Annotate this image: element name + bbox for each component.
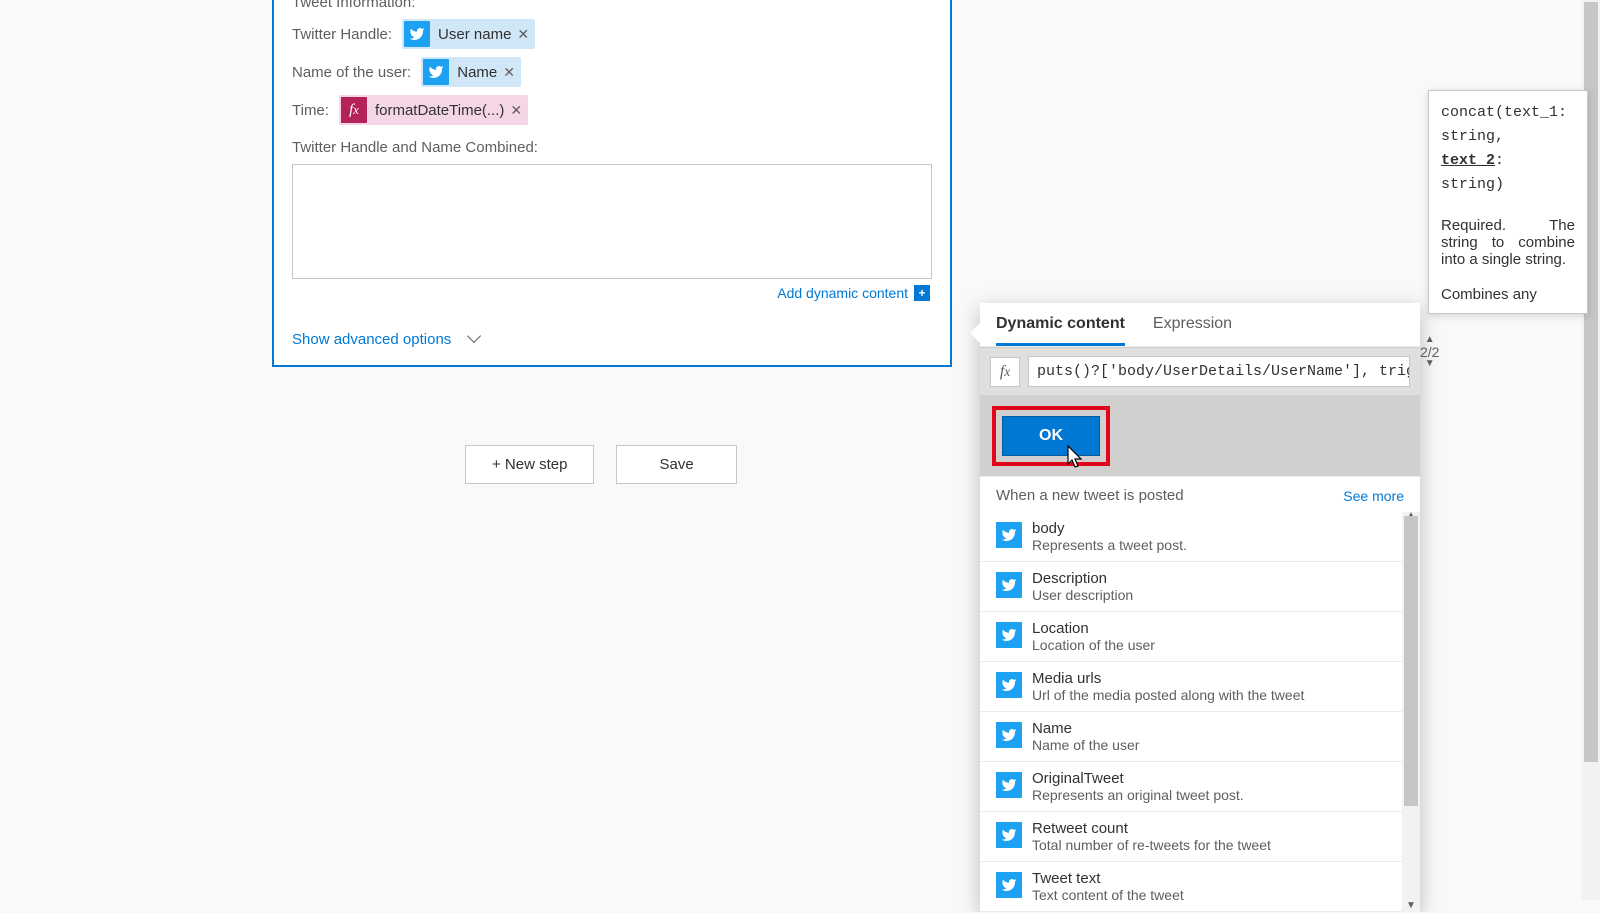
token-text: User name (438, 26, 511, 43)
dc-section-title: When a new tweet is posted (996, 487, 1184, 504)
plus-icon[interactable]: + (914, 285, 930, 301)
field-name-of-user: Name of the user: Name ✕ (292, 57, 932, 87)
dc-list: bodyRepresents a tweet post. Description… (980, 512, 1420, 912)
token-remove-icon[interactable]: ✕ (510, 102, 522, 119)
cursor-icon (1062, 444, 1086, 475)
token-user-name[interactable]: User name ✕ (402, 19, 535, 49)
add-dynamic-content-link[interactable]: Add dynamic content (777, 285, 908, 301)
fx-icon: fx (341, 97, 367, 123)
expression-input-row: fx puts()?['body/UserDetails/UserName'],… (980, 347, 1420, 396)
tweet-info-label: Tweet Information: (292, 0, 932, 11)
dc-section-header: When a new tweet is posted See more (980, 476, 1420, 512)
ok-zone: OK (980, 396, 1420, 476)
dc-item-retweet-count[interactable]: Retweet countTotal number of re-tweets f… (980, 812, 1420, 862)
twitter-icon (996, 622, 1022, 648)
twitter-icon (423, 59, 449, 85)
field-combined: Twitter Handle and Name Combined: (292, 139, 932, 156)
chevron-down-icon (467, 329, 481, 343)
see-more-link[interactable]: See more (1343, 488, 1404, 504)
fx-icon: fx (990, 357, 1020, 387)
dc-item-title: Media urls (1032, 670, 1304, 687)
tooltip-extra: Combines any (1441, 286, 1575, 303)
param-counter: ▲ 2/2 ▼ (1420, 336, 1439, 368)
label-time: Time: (292, 102, 329, 119)
dc-item-title: Description (1032, 570, 1133, 587)
dc-item-title: Tweet text (1032, 870, 1184, 887)
tab-dynamic-content[interactable]: Dynamic content (996, 315, 1125, 346)
dc-item-desc: User description (1032, 587, 1133, 603)
expression-input[interactable]: puts()?['body/UserDetails/UserName'], tr… (1028, 356, 1410, 387)
twitter-icon (996, 822, 1022, 848)
dc-item-desc: Name of the user (1032, 737, 1139, 753)
show-advanced-link[interactable]: Show advanced options (292, 331, 479, 348)
token-name[interactable]: Name ✕ (421, 57, 521, 87)
twitter-icon (996, 522, 1022, 548)
dc-item-desc: Represents a tweet post. (1032, 537, 1187, 553)
dc-item-desc: Represents an original tweet post. (1032, 787, 1244, 803)
bottom-buttons: + New step Save (465, 445, 737, 484)
dc-item-tweet-text[interactable]: Tweet textText content of the tweet (980, 862, 1420, 912)
dc-item-desc: Text content of the tweet (1032, 887, 1184, 903)
dc-item-desc: Total number of re-tweets for the tweet (1032, 837, 1271, 853)
dc-item-title: Retweet count (1032, 820, 1271, 837)
dc-item-title: Location (1032, 620, 1155, 637)
token-formatdatetime[interactable]: fx formatDateTime(...) ✕ (339, 95, 528, 125)
twitter-icon (996, 722, 1022, 748)
flyout-tabs: Dynamic content Expression (980, 303, 1420, 347)
dc-item-desc: Url of the media posted along with the t… (1032, 687, 1304, 703)
sig-pre: concat(text_1: string, (1441, 104, 1567, 145)
label-combined: Twitter Handle and Name Combined: (292, 139, 538, 156)
param-tooltip: concat(text_1: string, text_2: string) R… (1428, 90, 1588, 314)
sig-current-param: text_2 (1441, 152, 1495, 169)
dc-scrollbar-thumb[interactable] (1404, 516, 1418, 806)
label-name-of-user: Name of the user: (292, 64, 411, 81)
flyout-pointer (970, 323, 980, 343)
token-remove-icon[interactable]: ✕ (517, 26, 529, 43)
dc-item-location[interactable]: LocationLocation of the user (980, 612, 1420, 662)
dc-item-title: body (1032, 520, 1187, 537)
dc-scrollbar[interactable]: ▲ ▼ (1402, 512, 1420, 912)
tooltip-signature: concat(text_1: string, text_2: string) (1441, 101, 1575, 197)
label-twitter-handle: Twitter Handle: (292, 26, 392, 43)
tooltip-desc: Required. The string to combine into a s… (1441, 217, 1575, 268)
dynamic-content-flyout: Dynamic content Expression fx puts()?['b… (980, 303, 1420, 912)
dc-item-original-tweet[interactable]: OriginalTweetRepresents an original twee… (980, 762, 1420, 812)
token-text: Name (457, 64, 497, 81)
combined-edit-area[interactable] (292, 164, 932, 279)
dc-item-title: OriginalTweet (1032, 770, 1244, 787)
twitter-icon (996, 672, 1022, 698)
show-advanced-row: Show advanced options (274, 319, 950, 365)
chevron-down-icon[interactable]: ▼ (1425, 360, 1435, 368)
dc-item-title: Name (1032, 720, 1139, 737)
field-time: Time: fx formatDateTime(...) ✕ (292, 95, 932, 125)
token-text: formatDateTime(...) (375, 102, 504, 119)
dc-item-desc: Location of the user (1032, 637, 1155, 653)
scroll-down-icon[interactable]: ▼ (1405, 900, 1417, 912)
show-advanced-label: Show advanced options (292, 331, 451, 348)
dc-item-name[interactable]: NameName of the user (980, 712, 1420, 762)
dc-item-description[interactable]: DescriptionUser description (980, 562, 1420, 612)
dc-item-media-urls[interactable]: Media urlsUrl of the media posted along … (980, 662, 1420, 712)
chevron-up-icon[interactable]: ▲ (1425, 336, 1435, 344)
twitter-icon (996, 572, 1022, 598)
action-card: Tweet Information: Twitter Handle: User … (272, 0, 952, 367)
twitter-icon (996, 772, 1022, 798)
twitter-icon (404, 21, 430, 47)
token-remove-icon[interactable]: ✕ (503, 64, 515, 81)
add-dynamic-row: Add dynamic content + (292, 279, 932, 301)
twitter-icon (996, 872, 1022, 898)
ok-highlight: OK (992, 406, 1110, 466)
save-button[interactable]: Save (616, 445, 736, 484)
tab-expression[interactable]: Expression (1153, 315, 1232, 346)
dc-item-body[interactable]: bodyRepresents a tweet post. (980, 512, 1420, 562)
new-step-button[interactable]: + New step (465, 445, 594, 484)
field-twitter-handle: Twitter Handle: User name ✕ (292, 19, 932, 49)
